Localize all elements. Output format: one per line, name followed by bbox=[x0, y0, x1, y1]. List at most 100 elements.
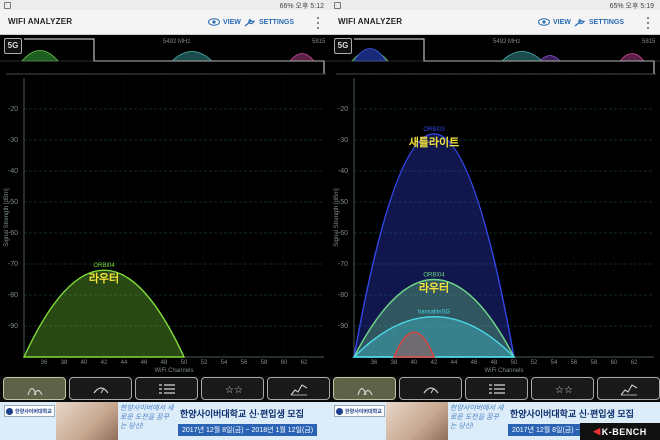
y-axis-label: Signal Strength [dBm] bbox=[4, 188, 10, 247]
list-icon bbox=[158, 383, 175, 394]
x-axis-label: WiFi Channels bbox=[484, 368, 523, 374]
kbench-logo: ◀ K-BENCH bbox=[580, 423, 660, 440]
status-bar: 66% 오후 5:12 bbox=[0, 0, 330, 10]
x-tick-label: 40 bbox=[81, 360, 88, 366]
ad-scribble: 한양사이버에서 새로운 도전을 꿈꾸는 당신! bbox=[450, 405, 504, 430]
x-tick-label: 56 bbox=[241, 360, 248, 366]
x-tick-label: 46 bbox=[141, 360, 148, 366]
x-tick-label: 36 bbox=[371, 360, 378, 366]
ad-dates: 2017년 12월 8일(금) ~ 2018년 1월 12일(금) bbox=[178, 424, 318, 436]
status-bar: 65% 오후 5:19 bbox=[330, 0, 660, 10]
y-tick-label: -70 bbox=[338, 261, 348, 268]
y-tick-label: -20 bbox=[8, 106, 18, 113]
overview-strip[interactable]: 51705492 MHz5815 bbox=[0, 38, 330, 75]
tab-favorites[interactable]: ☆☆ bbox=[201, 377, 264, 400]
app-title: WIFI ANALYZER bbox=[8, 17, 73, 26]
channel-graph-icon bbox=[26, 387, 43, 395]
x-tick-label: 50 bbox=[181, 360, 188, 366]
network-curve[interactable]: ORBI04 라우터 bbox=[22, 263, 186, 358]
x-tick-label: 48 bbox=[491, 360, 498, 366]
settings-label: SETTINGS bbox=[259, 18, 295, 26]
tab-access-points[interactable] bbox=[135, 377, 198, 400]
x-axis-label: WiFi Channels bbox=[154, 368, 193, 374]
overview-center-label: 5492 MHz bbox=[493, 39, 520, 45]
ad-logo: 한양사이버대학교 bbox=[4, 405, 55, 417]
y-tick-label: -80 bbox=[8, 292, 18, 299]
ad-scribble: 한양사이버에서 새로운 도전을 꿈꾸는 당신! bbox=[120, 405, 174, 430]
y-tick-label: -80 bbox=[338, 292, 348, 299]
x-tick-label: 62 bbox=[631, 360, 638, 366]
y-tick-label: -40 bbox=[8, 168, 18, 175]
x-tick-label: 60 bbox=[281, 360, 288, 366]
view-label: VIEW bbox=[553, 18, 571, 26]
overview-network bbox=[170, 51, 214, 62]
y-tick-label: -90 bbox=[8, 323, 18, 330]
more-vert-icon[interactable] bbox=[316, 17, 320, 29]
y-tick-label: -20 bbox=[338, 106, 348, 113]
band-selector-5g[interactable]: 5G bbox=[334, 38, 352, 54]
eye-icon bbox=[208, 18, 220, 26]
x-tick-label: 40 bbox=[411, 360, 418, 366]
bottom-nav: ☆☆ bbox=[330, 376, 660, 402]
left-panel: 66% 오후 5:12 WIFI ANALYZER VIEW SETTINGS … bbox=[0, 0, 330, 440]
tab-channel-rating[interactable] bbox=[399, 377, 462, 400]
tab-time-graph[interactable] bbox=[267, 377, 330, 400]
overview-right-label: 5815 bbox=[312, 39, 326, 45]
x-tick-label: 38 bbox=[61, 360, 68, 366]
y-tick-label: -40 bbox=[338, 168, 348, 175]
channel-graph-icon bbox=[356, 387, 373, 395]
ad-logo: 한양사이버대학교 bbox=[334, 405, 385, 417]
y-axis-label: Signal Strength [dBm] bbox=[334, 188, 340, 247]
overview-center-label: 5492 MHz bbox=[163, 39, 190, 45]
x-tick-label: 48 bbox=[161, 360, 168, 366]
tab-time-graph[interactable] bbox=[597, 377, 660, 400]
x-tick-label: 52 bbox=[201, 360, 208, 366]
x-tick-label: 58 bbox=[591, 360, 598, 366]
x-tick-label: 44 bbox=[121, 360, 128, 366]
network-annotation: 새틀라이트 bbox=[409, 135, 460, 149]
tab-channel-rating[interactable] bbox=[69, 377, 132, 400]
app-title: WIFI ANALYZER bbox=[338, 17, 403, 26]
overview-network bbox=[21, 50, 59, 62]
tab-channel-graph[interactable] bbox=[333, 377, 396, 400]
ad-banner[interactable]: 한양사이버대학교 한양사이버에서 새로운 도전을 꿈꾸는 당신! 한양사이버대학… bbox=[330, 402, 660, 440]
x-tick-label: 54 bbox=[221, 360, 228, 366]
band-selector-5g[interactable]: 5G bbox=[4, 38, 22, 54]
overview-network bbox=[619, 53, 645, 62]
overview-network bbox=[500, 51, 544, 62]
overview-network bbox=[353, 48, 387, 62]
view-label: VIEW bbox=[223, 18, 241, 26]
view-button[interactable]: VIEW bbox=[538, 16, 571, 28]
view-button[interactable]: VIEW bbox=[208, 16, 241, 28]
app-bar: WIFI ANALYZER VIEW SETTINGS bbox=[0, 10, 330, 35]
settings-button[interactable]: SETTINGS bbox=[574, 16, 624, 28]
wrench-icon bbox=[574, 18, 585, 26]
x-tick-label: 52 bbox=[531, 360, 538, 366]
y-tick-label: -30 bbox=[338, 137, 348, 144]
svg-text:☆☆: ☆☆ bbox=[225, 385, 242, 396]
stars-icon: ☆☆ bbox=[555, 385, 572, 396]
tab-channel-graph[interactable] bbox=[3, 377, 66, 400]
tab-access-points[interactable] bbox=[465, 377, 528, 400]
settings-button[interactable]: SETTINGS bbox=[244, 16, 294, 28]
graph-area: 51705492 MHz5815-20-30-40-50-60-70-80-90… bbox=[330, 38, 660, 374]
gauge-icon bbox=[93, 386, 108, 393]
network-annotation: 라우터 bbox=[89, 271, 119, 285]
x-tick-label: 36 bbox=[41, 360, 48, 366]
x-tick-label: 50 bbox=[511, 360, 518, 366]
network-label: ORBI04 bbox=[93, 263, 115, 269]
time-graph-icon bbox=[290, 383, 307, 395]
ad-banner[interactable]: 한양사이버대학교 한양사이버에서 새로운 도전을 꿈꾸는 당신! 한양사이버대학… bbox=[0, 402, 330, 440]
overview-strip[interactable]: 51705492 MHz5815 bbox=[330, 38, 660, 75]
wrench-icon bbox=[244, 18, 255, 26]
time-graph-icon bbox=[620, 383, 637, 395]
list-icon bbox=[488, 383, 505, 394]
overview-network bbox=[539, 55, 561, 62]
tab-favorites[interactable]: ☆☆ bbox=[531, 377, 594, 400]
x-tick-label: 56 bbox=[571, 360, 578, 366]
svg-text:☆☆: ☆☆ bbox=[555, 385, 572, 396]
x-tick-label: 44 bbox=[451, 360, 458, 366]
more-vert-icon[interactable] bbox=[646, 17, 650, 29]
settings-label: SETTINGS bbox=[589, 18, 625, 26]
stars-icon: ☆☆ bbox=[225, 385, 242, 396]
